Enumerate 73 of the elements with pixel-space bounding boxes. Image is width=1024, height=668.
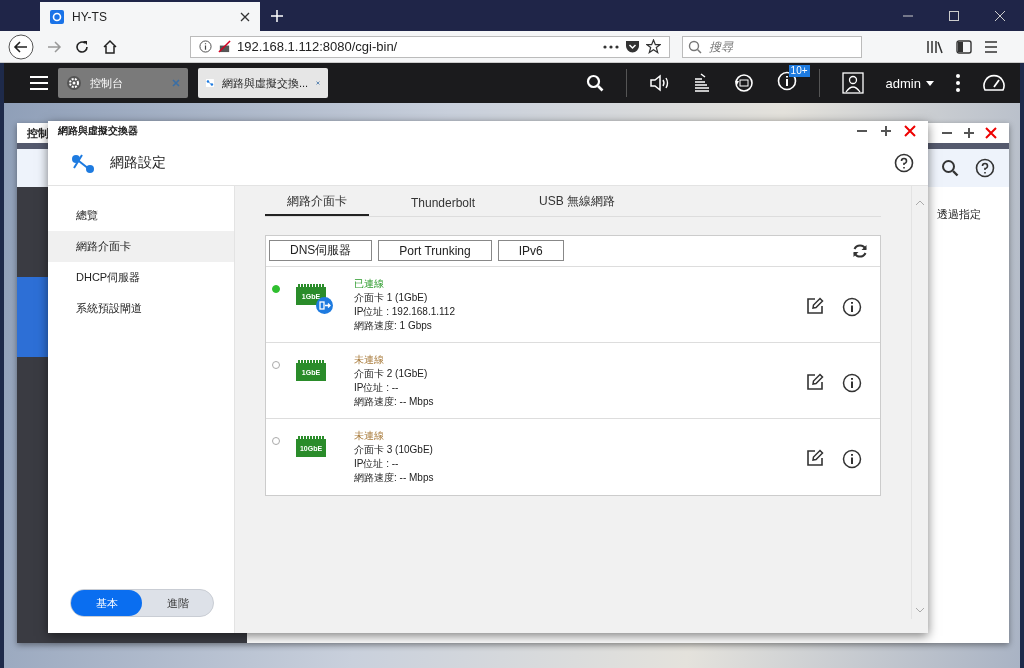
search-field[interactable]: 搜尋 <box>682 35 862 58</box>
pocket-icon[interactable] <box>625 39 640 54</box>
speaker-icon[interactable] <box>648 74 671 92</box>
more-icon[interactable] <box>603 44 619 49</box>
library-icon[interactable] <box>926 38 944 55</box>
gauge-icon[interactable] <box>982 73 1006 93</box>
home-icon[interactable] <box>102 38 118 55</box>
adapter-name: 介面卡 1 (1GbE) <box>354 291 429 305</box>
tab-title: HY-TS <box>72 9 108 24</box>
new-tab-icon[interactable] <box>270 9 284 23</box>
site-icon <box>50 9 64 24</box>
tab[interactable]: USB 無線網路 <box>517 193 638 216</box>
url-text: 192.168.1.112:8080/cgi-bin/ <box>237 39 398 54</box>
description-text: 透過指定 <box>937 207 982 222</box>
edit-icon[interactable] <box>806 297 824 315</box>
close-icon[interactable] <box>240 11 250 22</box>
address-bar[interactable]: 192.168.1.112:8080/cgi-bin/ <box>190 35 670 58</box>
refresh-icon[interactable] <box>852 242 868 259</box>
insecure-lock-icon <box>218 40 231 53</box>
tab[interactable]: 網路介面卡 <box>265 193 369 216</box>
sidebar-item[interactable]: DHCP伺服器 <box>48 262 234 293</box>
reload-icon[interactable] <box>74 38 90 55</box>
info-icon[interactable] <box>842 373 862 393</box>
mode-option[interactable]: 基本 <box>71 590 142 616</box>
adapter-name: 介面卡 2 (1GbE) <box>354 367 429 381</box>
network-speed: 網路速度: -- Mbps <box>354 471 434 485</box>
ip-address: IP位址 : -- <box>354 457 400 471</box>
ip-address: IP位址 : 192.168.1.112 <box>354 305 455 319</box>
sync-icon[interactable] <box>732 72 755 94</box>
gear-icon <box>66 75 82 91</box>
maximize-icon[interactable] <box>963 127 975 139</box>
user-menu[interactable]: admin <box>885 75 934 91</box>
stack-icon[interactable] <box>692 73 711 93</box>
taskbar-app[interactable]: 控制台 <box>58 68 188 98</box>
search-icon[interactable] <box>585 74 604 92</box>
mode-option[interactable]: 進階 <box>142 590 213 616</box>
back-icon[interactable] <box>8 33 34 60</box>
help-icon[interactable] <box>975 158 995 178</box>
status-text: 已連線 <box>354 277 385 291</box>
page-heading: 網路設定 <box>110 154 166 172</box>
window-title: 控制 <box>27 125 49 141</box>
toolbar-button[interactable]: DNS伺服器 <box>269 240 373 261</box>
caret-icon <box>926 80 934 86</box>
info-icon[interactable] <box>842 297 862 317</box>
sidebar-icon[interactable] <box>956 39 972 54</box>
window-title: 網路與虛擬交換器 <box>58 124 138 138</box>
edit-icon[interactable] <box>806 449 824 467</box>
sidebar-item[interactable]: 總覽 <box>48 200 234 231</box>
sidebar-item[interactable]: 網路介面卡 <box>48 231 234 262</box>
status-text: 未連線 <box>354 429 385 443</box>
network-speed: 網路速度: 1 Gbps <box>354 319 433 333</box>
sidebar-item[interactable]: 系統預設閘道 <box>48 293 234 324</box>
toolbar-button[interactable]: IPv6 <box>497 240 564 261</box>
ip-address: IP位址 : -- <box>354 381 400 395</box>
notification-badge: 10+ <box>788 65 810 77</box>
star-icon[interactable] <box>646 39 661 54</box>
user-icon[interactable] <box>841 72 864 94</box>
info-icon <box>199 40 212 53</box>
search-icon[interactable] <box>941 159 959 177</box>
status-text: 未連線 <box>354 353 385 367</box>
adapter-name: 介面卡 3 (10GbE) <box>354 443 434 457</box>
tab[interactable]: Thunderbolt <box>389 196 498 216</box>
more-icon[interactable] <box>956 74 960 92</box>
edit-icon[interactable] <box>806 373 824 391</box>
info-icon[interactable] <box>842 449 862 469</box>
help-icon[interactable] <box>894 153 914 173</box>
maximize-icon[interactable] <box>880 125 892 137</box>
toolbar-button[interactable]: Port Trunking <box>378 240 492 261</box>
browser-tab[interactable]: HY-TS <box>40 2 260 31</box>
taskbar-app[interactable]: 網路與虛擬交換... <box>198 68 328 98</box>
network-icon <box>70 152 96 174</box>
network-speed: 網路速度: -- Mbps <box>354 395 434 409</box>
forward-icon[interactable] <box>46 38 62 55</box>
